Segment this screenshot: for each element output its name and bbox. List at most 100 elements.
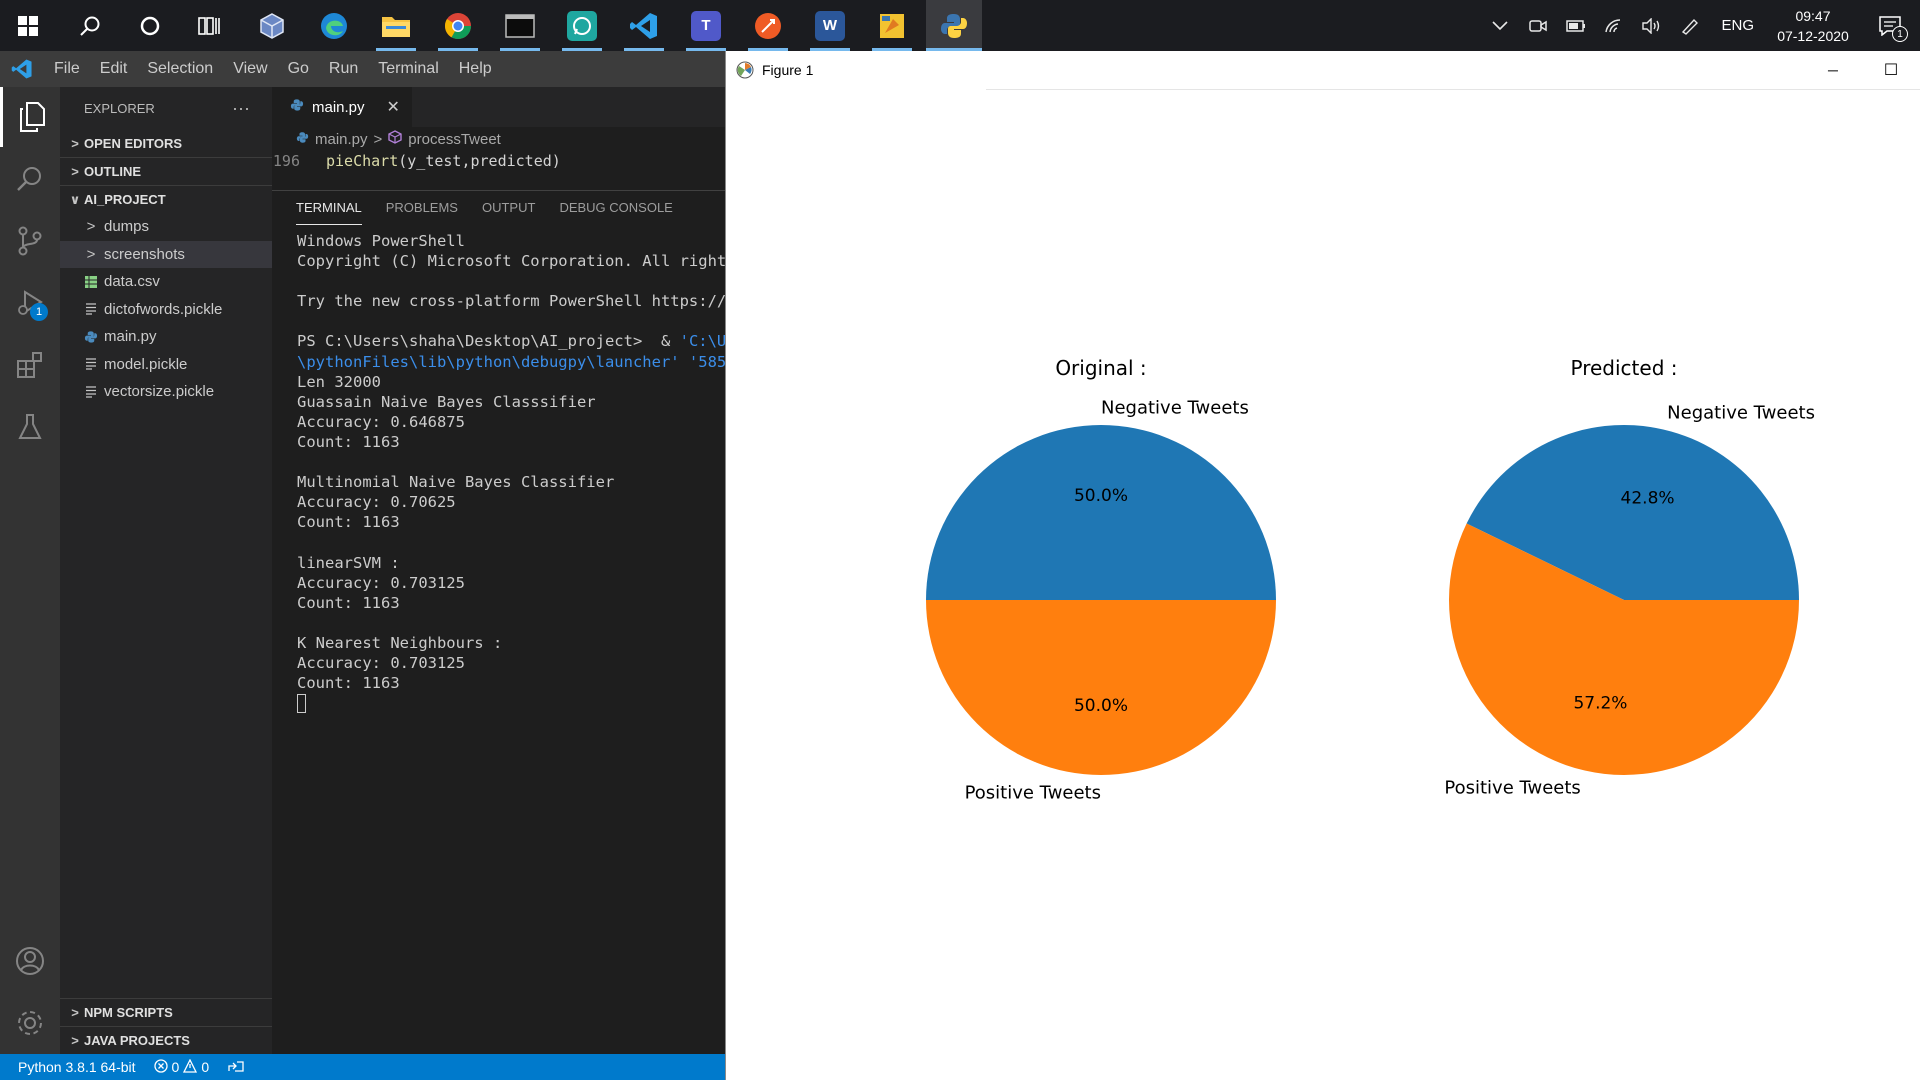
tab-output[interactable]: OUTPUT xyxy=(482,191,535,225)
matplotlib-icon xyxy=(736,61,754,79)
panel-tabs: TERMINAL PROBLEMS OUTPUT DEBUG CONSOLE xyxy=(272,191,725,225)
python-idle-icon xyxy=(880,13,904,38)
taskbar-app-file-explorer[interactable] xyxy=(368,0,424,51)
breadcrumb-file[interactable]: main.py xyxy=(315,131,368,148)
system-tray: ENG 09:47 07-12-2020 1 xyxy=(1481,0,1920,51)
terminal-line: linearSVM : xyxy=(297,553,400,572)
java-projects-section[interactable]: > JAVA PROJECTS xyxy=(60,1026,272,1054)
outline-section[interactable]: > OUTLINE xyxy=(60,157,272,185)
volume-icon[interactable] xyxy=(1633,0,1671,51)
search-button[interactable] xyxy=(62,0,118,51)
taskbar-app-terminal[interactable] xyxy=(492,0,548,51)
tree-label: screenshots xyxy=(104,245,185,263)
maximize-button[interactable]: ☐ xyxy=(1862,51,1920,89)
terminal-line: Count: 1163 xyxy=(297,432,400,451)
tree-file-main-py[interactable]: main.py xyxy=(60,323,272,351)
npm-scripts-section[interactable]: > NPM SCRIPTS xyxy=(60,998,272,1026)
taskbar-app-virtualbox[interactable] xyxy=(244,0,300,51)
menu-bar: File Edit Selection View Go Run Terminal… xyxy=(0,51,725,87)
chevron-right-icon: > xyxy=(71,135,79,151)
vscode-icon xyxy=(630,12,657,39)
python-interpreter[interactable]: Python 3.8.1 64-bit xyxy=(18,1059,136,1075)
cortana-button[interactable] xyxy=(122,0,178,51)
menu-file[interactable]: File xyxy=(44,51,90,87)
terminal-cursor xyxy=(297,694,306,714)
taskbar-app-teams[interactable]: T xyxy=(678,0,734,51)
tree-label: data.csv xyxy=(104,273,160,291)
live-share-icon[interactable] xyxy=(227,1059,245,1076)
terminal-line: Count: 1163 xyxy=(297,674,400,693)
section-label: OPEN EDITORS xyxy=(84,135,183,151)
project-section[interactable]: ∨ AI_PROJECT xyxy=(60,185,272,213)
search-activity[interactable] xyxy=(0,149,60,209)
menu-run[interactable]: Run xyxy=(319,51,368,87)
chevron-down-icon: ∨ xyxy=(69,191,81,207)
explorer-title: EXPLORER xyxy=(84,100,155,116)
task-view-button[interactable] xyxy=(182,0,238,51)
menu-terminal[interactable]: Terminal xyxy=(368,51,448,87)
meet-now-icon[interactable] xyxy=(1519,0,1557,51)
terminal-line: Multinomial Naive Bayes Classifier xyxy=(297,473,615,492)
tab-problems[interactable]: PROBLEMS xyxy=(386,191,458,225)
minimize-button[interactable]: ─ xyxy=(1804,51,1862,89)
menu-edit[interactable]: Edit xyxy=(90,51,138,87)
pen-icon[interactable] xyxy=(1671,0,1709,51)
code-line[interactable]: 196 pieChart(y_test,predicted) xyxy=(272,151,725,171)
explorer-activity[interactable] xyxy=(0,87,60,147)
search-icon xyxy=(17,167,41,191)
pie-percent-label: 50.0% xyxy=(1074,696,1128,716)
terminal-output[interactable]: Windows PowerShell Copyright (C) Microsof… xyxy=(272,225,725,1045)
tree-file-data-csv[interactable]: data.csv xyxy=(60,268,272,296)
run-debug-activity[interactable]: 1 xyxy=(0,273,60,333)
menu-go[interactable]: Go xyxy=(278,51,319,87)
line-number: 196 xyxy=(272,152,300,170)
taskbar-app-postman[interactable] xyxy=(740,0,796,51)
tab-debug-console[interactable]: DEBUG CONSOLE xyxy=(559,191,672,225)
testing-activity[interactable] xyxy=(0,397,60,457)
taskbar-app-idle[interactable] xyxy=(864,0,920,51)
tree-label: dictofwords.pickle xyxy=(104,300,223,318)
open-editors-section[interactable]: > OPEN EDITORS xyxy=(60,129,272,157)
terminal-line: Accuracy: 0.70625 xyxy=(297,493,456,512)
menu-view[interactable]: View xyxy=(223,51,277,87)
clock[interactable]: 09:47 07-12-2020 xyxy=(1766,6,1860,46)
taskbar-app-chrome[interactable] xyxy=(430,0,486,51)
warning-count: 0 xyxy=(201,1059,210,1075)
tree-file-vectorsize-pickle[interactable]: vectorsize.pickle xyxy=(60,378,272,406)
wifi-icon[interactable] xyxy=(1595,0,1633,51)
taskbar-app-python-figure[interactable] xyxy=(926,0,982,51)
chevron-right-icon: > xyxy=(86,245,96,263)
chevron-up-icon[interactable] xyxy=(1481,0,1519,51)
tree-file-dictofwords[interactable]: dictofwords.pickle xyxy=(60,296,272,324)
source-control-activity[interactable] xyxy=(0,211,60,271)
breadcrumb-symbol[interactable]: processTweet xyxy=(408,131,501,148)
manage-activity[interactable] xyxy=(0,993,60,1053)
tree-folder-screenshots[interactable]: > screenshots xyxy=(60,240,272,268)
more-actions-button[interactable]: ··· xyxy=(232,98,250,119)
tree-file-model-pickle[interactable]: model.pickle xyxy=(60,351,272,379)
terminal-line: Count: 1163 xyxy=(297,593,400,612)
taskbar-app-word[interactable]: W xyxy=(802,0,858,51)
start-button[interactable] xyxy=(0,0,56,51)
cube-icon xyxy=(260,12,284,39)
accounts-activity[interactable] xyxy=(0,931,60,991)
taskbar-app-whatsapp[interactable] xyxy=(554,0,610,51)
editor-area: main.py ✕ main.py > processTweet 196 pie… xyxy=(272,87,725,1054)
tab-terminal[interactable]: TERMINAL xyxy=(296,191,362,225)
problems-indicator[interactable]: 0 0 xyxy=(153,1058,210,1076)
notification-button[interactable]: 1 xyxy=(1860,0,1920,51)
battery-icon[interactable] xyxy=(1557,0,1595,51)
menu-help[interactable]: Help xyxy=(449,51,502,87)
language-indicator[interactable]: ENG xyxy=(1709,17,1766,34)
gear-icon xyxy=(18,1011,42,1035)
taskbar-app-vscode[interactable] xyxy=(616,0,672,51)
tree-folder-dumps[interactable]: > dumps xyxy=(60,213,272,241)
menu-selection[interactable]: Selection xyxy=(137,51,223,87)
close-tab-button[interactable]: ✕ xyxy=(387,97,400,117)
status-bar: Python 3.8.1 64-bit 0 0 xyxy=(0,1054,725,1080)
extensions-icon xyxy=(17,352,42,378)
tab-label: main.py xyxy=(312,98,365,116)
taskbar-app-edge[interactable] xyxy=(306,0,362,51)
tab-main-py[interactable]: main.py ✕ xyxy=(272,87,412,127)
extensions-activity[interactable] xyxy=(0,335,60,395)
